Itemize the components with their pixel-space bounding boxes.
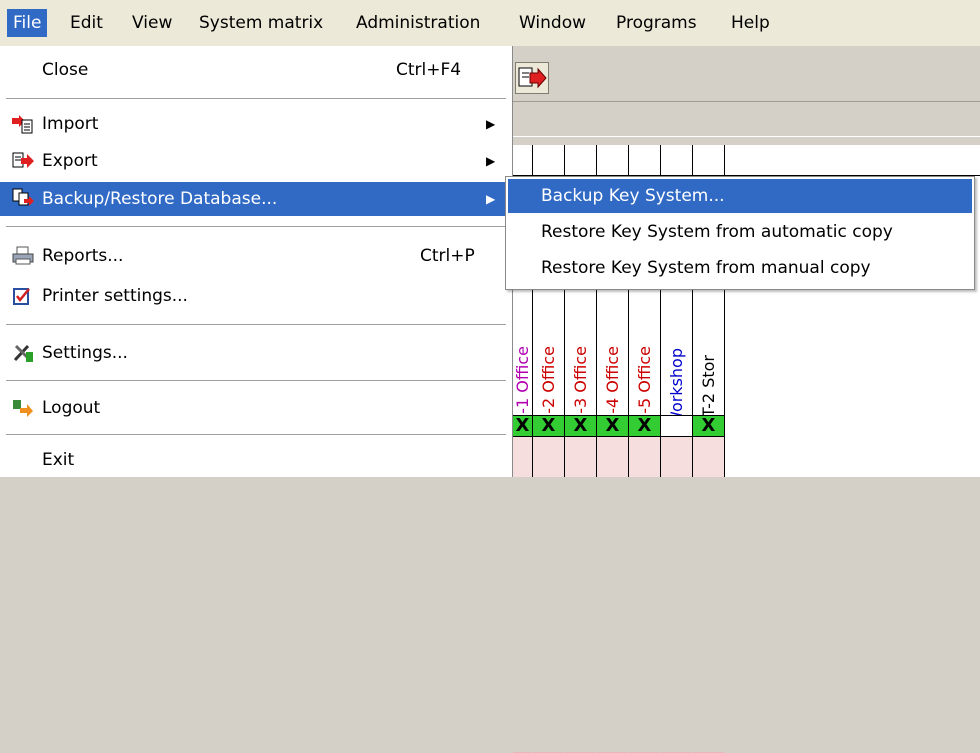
- export-arrow-icon: [518, 67, 547, 89]
- submenu-arrow-icon: ▶: [486, 117, 496, 131]
- menu-item-label: Export: [42, 151, 98, 171]
- menu-separator: [6, 380, 506, 382]
- matrix-cell[interactable]: [565, 437, 596, 753]
- matrix-cell[interactable]: [597, 437, 628, 753]
- menu-item-label: Close: [42, 60, 89, 80]
- menu-separator: [6, 434, 506, 436]
- menu-item-logout[interactable]: Logout: [0, 392, 512, 424]
- column-label: O-2 Office: [539, 346, 558, 427]
- submenu-item-label: Restore Key System from automatic copy: [541, 222, 893, 242]
- submenu-item-backup[interactable]: Backup Key System...: [508, 179, 972, 213]
- access-check-cell[interactable]: X: [597, 415, 628, 437]
- backup-restore-submenu: Backup Key System... Restore Key System …: [505, 176, 975, 290]
- menu-window[interactable]: Window: [513, 9, 592, 37]
- tools-icon: [13, 344, 33, 362]
- matrix-cell[interactable]: [533, 437, 564, 753]
- menu-item-label: Printer settings...: [42, 286, 188, 306]
- menu-item-label: Exit: [42, 450, 75, 470]
- menu-item-import[interactable]: Import ▶: [0, 108, 512, 140]
- column-label: O-4 Office: [603, 346, 622, 427]
- matrix-cell[interactable]: [693, 437, 724, 753]
- menu-edit[interactable]: Edit: [64, 9, 109, 37]
- menu-administration[interactable]: Administration: [350, 9, 486, 37]
- submenu-item-restore-automatic[interactable]: Restore Key System from automatic copy: [508, 215, 972, 249]
- submenu-arrow-icon: ▶: [486, 154, 496, 168]
- column-label: O-5 Office: [635, 346, 654, 427]
- access-check-cell[interactable]: X: [513, 415, 532, 437]
- printer-settings-icon: [13, 288, 30, 305]
- submenu-item-label: Restore Key System from manual copy: [541, 258, 871, 278]
- printer-icon: [12, 246, 34, 265]
- menu-item-printer-settings[interactable]: Printer settings...: [0, 280, 512, 312]
- column-label: O-3 Office: [571, 346, 590, 427]
- menu-item-label: Settings...: [42, 343, 128, 363]
- toolbar-export-button[interactable]: [515, 62, 549, 94]
- menu-view[interactable]: View: [126, 9, 178, 37]
- submenu-item-label: Backup Key System...: [541, 186, 725, 206]
- menu-separator: [6, 226, 506, 228]
- menu-item-exit[interactable]: Exit: [0, 444, 512, 476]
- matrix-cell[interactable]: [661, 437, 692, 753]
- access-check-cell[interactable]: [661, 415, 692, 437]
- database-backup-icon: [12, 188, 34, 206]
- menu-system-matrix[interactable]: System matrix: [193, 9, 329, 37]
- shortcut-label: Ctrl+P: [420, 246, 475, 266]
- toolbar-strip: [513, 104, 980, 137]
- import-icon: [12, 115, 33, 134]
- menu-item-export[interactable]: Export ▶: [0, 145, 512, 177]
- matrix-cell[interactable]: [629, 437, 660, 753]
- menu-item-reports[interactable]: Reports... Ctrl+P: [0, 240, 512, 272]
- menu-programs[interactable]: Programs: [610, 9, 703, 37]
- access-check-cell[interactable]: X: [533, 415, 564, 437]
- menu-file[interactable]: File: [7, 9, 48, 37]
- file-menu: Close Ctrl+F4 Import ▶ Export ▶ Backup/R…: [0, 46, 513, 477]
- menu-separator: [6, 324, 506, 326]
- access-check-cell[interactable]: X: [565, 415, 596, 437]
- menu-bar: File Edit View System matrix Administrat…: [0, 0, 980, 47]
- menu-item-label: Backup/Restore Database...: [42, 189, 278, 209]
- menu-item-backup-restore[interactable]: Backup/Restore Database... ▶: [0, 182, 512, 216]
- menu-separator: [6, 98, 506, 100]
- access-check-cell[interactable]: X: [693, 415, 724, 437]
- access-check-cell[interactable]: X: [629, 415, 660, 437]
- menu-item-settings[interactable]: Settings...: [0, 337, 512, 369]
- export-icon: [12, 152, 34, 168]
- menu-item-label: Import: [42, 114, 99, 134]
- submenu-arrow-icon: ▶: [486, 192, 496, 206]
- submenu-item-restore-manual[interactable]: Restore Key System from manual copy: [508, 251, 972, 285]
- toolbar: [513, 47, 980, 102]
- menu-help[interactable]: Help: [725, 9, 776, 37]
- menu-item-label: Reports...: [42, 246, 124, 266]
- matrix-cell[interactable]: [513, 437, 532, 753]
- menu-item-label: Logout: [42, 398, 101, 418]
- shortcut-label: Ctrl+F4: [396, 60, 462, 80]
- column-label: O-1 Office: [513, 346, 532, 427]
- menu-item-close[interactable]: Close Ctrl+F4: [0, 54, 512, 86]
- logout-icon: [13, 400, 33, 417]
